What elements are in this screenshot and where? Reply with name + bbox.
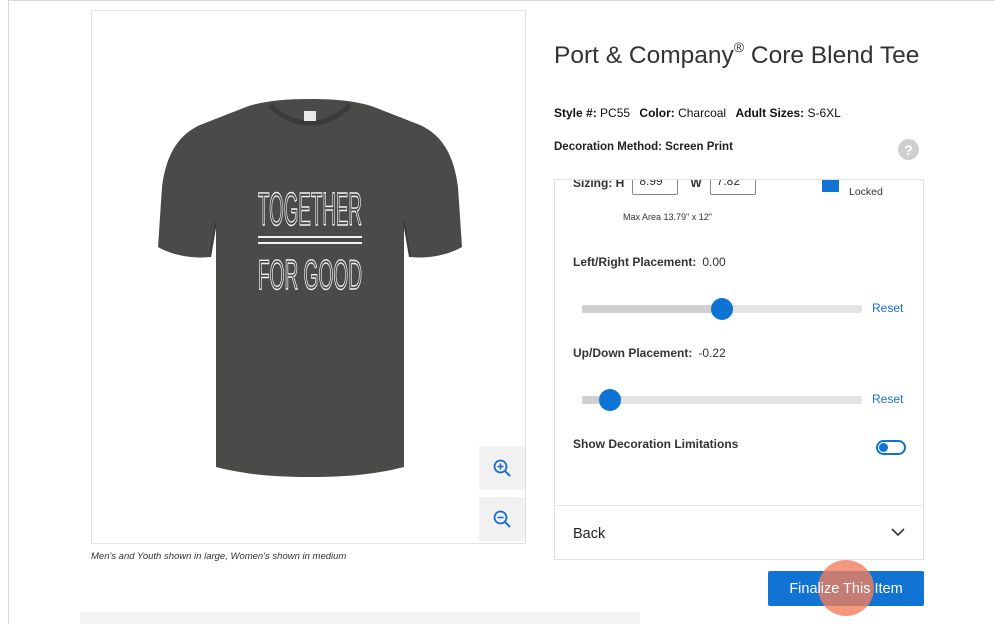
help-icon[interactable]: ?: [898, 139, 919, 160]
width-label: W: [690, 179, 702, 190]
left-right-placement-label: Left/Right Placement: 0.00: [573, 255, 726, 269]
product-title-rest: Core Blend Tee: [744, 42, 920, 69]
sizing-row: Sizing: H 8.99 W 7.82: [573, 179, 756, 196]
product-image-panel: TOGETHER FOR GOOD: [91, 10, 526, 544]
left-right-slider-handle[interactable]: [711, 298, 733, 320]
sizes-value: S-6XL: [807, 106, 841, 120]
zoom-in-button[interactable]: [479, 446, 525, 490]
decoration-settings-panel: Sizing: H 8.99 W 7.82 Locked Max Area 13…: [554, 179, 924, 560]
product-specs: Style #: PC55 Color: Charcoal Adult Size…: [554, 106, 841, 120]
zoom-in-icon: [493, 459, 511, 477]
width-input[interactable]: 7.82: [709, 180, 756, 195]
shirt-print-bottom: FOR GOOD: [258, 251, 362, 298]
toggle-knob: [879, 443, 888, 452]
sizes-label: Adult Sizes:: [735, 106, 805, 120]
up-down-value: -0.22: [698, 346, 726, 360]
back-accordion[interactable]: Back: [555, 505, 923, 559]
lock-label: Locked: [849, 186, 883, 198]
height-input[interactable]: 8.99: [632, 180, 679, 195]
left-right-reset-link[interactable]: Reset: [872, 301, 903, 315]
up-down-reset-link[interactable]: Reset: [872, 392, 903, 406]
left-right-value: 0.00: [702, 255, 726, 269]
finalize-label: Finalize This Item: [789, 580, 903, 597]
limitations-toggle[interactable]: [876, 440, 906, 455]
up-down-slider-handle[interactable]: [599, 389, 621, 411]
registered-mark: ®: [733, 39, 745, 55]
color-label: Color:: [639, 106, 675, 120]
lock-checkbox[interactable]: [822, 180, 839, 192]
limitations-label: Show Decoration Limitations: [573, 437, 739, 451]
up-down-placement-label: Up/Down Placement: -0.22: [573, 346, 726, 360]
shirt-print-top: TOGETHER: [258, 183, 362, 235]
style-label: Style #:: [554, 106, 597, 120]
tshirt-image: TOGETHER FOR GOOD: [158, 99, 462, 477]
back-label: Back: [573, 526, 606, 542]
zoom-out-button[interactable]: [479, 497, 525, 541]
max-area-note: Max Area 13.79" x 12": [623, 212, 712, 222]
up-down-slider[interactable]: [582, 389, 862, 411]
color-value: Charcoal: [678, 106, 727, 120]
chevron-down-icon: [891, 528, 905, 537]
left-right-slider[interactable]: [582, 298, 862, 320]
page-bottom-strip: [80, 612, 640, 624]
zoom-out-icon: [493, 510, 511, 528]
product-title-main: Port & Company: [554, 42, 734, 69]
product-title: Port & Company® Core Blend Tee: [554, 32, 934, 71]
sizing-label: Sizing: H: [573, 179, 625, 190]
decoration-method: Decoration Method: Screen Print: [554, 141, 733, 153]
style-value: PC55: [600, 106, 631, 120]
image-caption: Men's and Youth shown in large, Women's …: [91, 551, 347, 562]
